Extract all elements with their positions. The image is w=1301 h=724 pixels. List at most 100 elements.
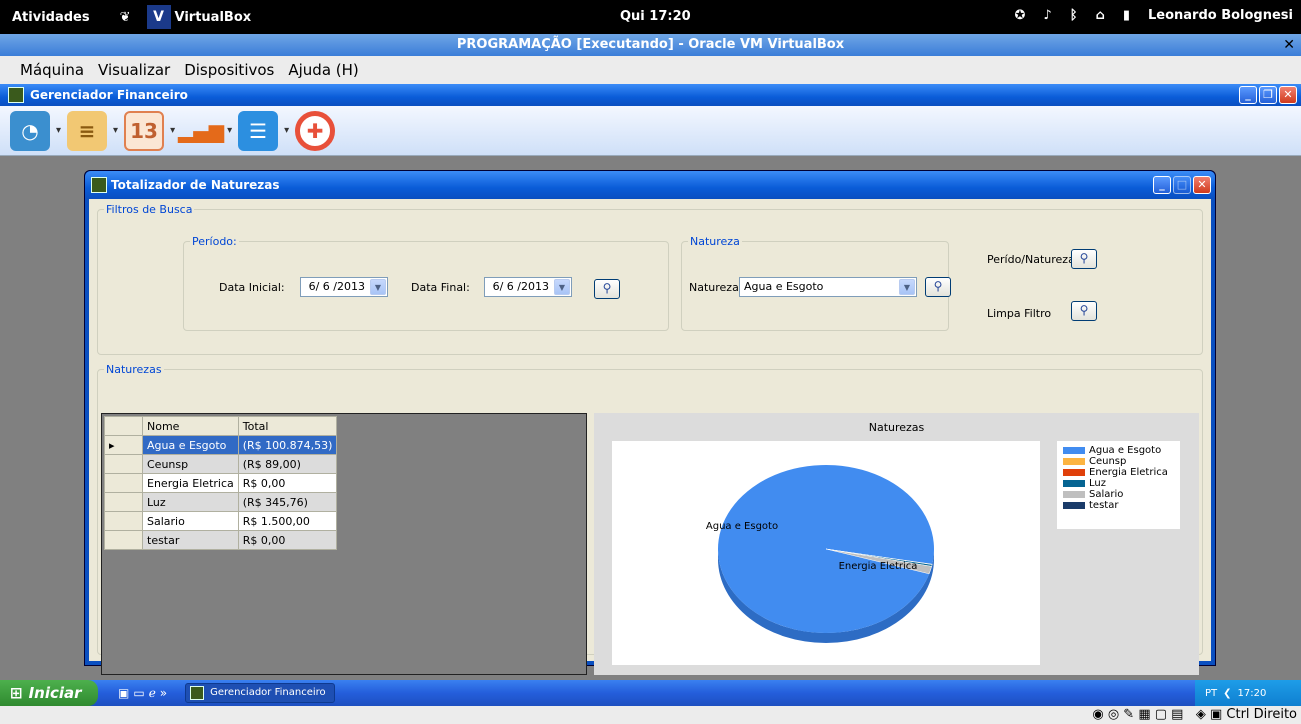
window-icon[interactable]: ▭ bbox=[133, 686, 144, 700]
table-header-row: Nome Total bbox=[104, 416, 338, 436]
gnome-clock[interactable]: Qui 17:20 bbox=[620, 9, 691, 24]
taskbar-item-gerenciador[interactable]: Gerenciador Financeiro bbox=[185, 683, 336, 703]
calendar-icon[interactable]: 13 bbox=[124, 110, 165, 151]
cell-total[interactable]: (R$ 89,00) bbox=[237, 454, 338, 474]
bar-chart-icon[interactable]: ▂▄▆ bbox=[178, 111, 224, 151]
menu-visualizar[interactable]: Visualizar bbox=[98, 61, 170, 79]
chevron-down-icon[interactable]: ▾ bbox=[170, 125, 175, 136]
close-icon[interactable]: ✕ bbox=[1283, 34, 1295, 56]
start-button[interactable]: ⊞ Iniciar bbox=[0, 680, 98, 706]
internet-explorer-icon[interactable]: ℯ bbox=[149, 686, 156, 700]
chevron-down-icon[interactable]: ▾ bbox=[227, 125, 232, 136]
activities-button[interactable]: Atividades bbox=[0, 10, 100, 25]
cell-total[interactable]: R$ 0,00 bbox=[237, 530, 338, 550]
search-natureza-button[interactable]: ⚲ bbox=[925, 277, 951, 297]
notepad-icon[interactable]: ≡ bbox=[67, 110, 108, 151]
pie-chart-svg: Agua e Esgoto Energia Eletrica bbox=[706, 465, 934, 643]
volume-icon[interactable]: ♪ bbox=[1043, 8, 1051, 23]
table-row[interactable]: ▸ Agua e Esgoto (R$ 100.874,53) bbox=[104, 435, 338, 455]
cell-total[interactable]: R$ 0,00 bbox=[237, 473, 338, 493]
table-row[interactable]: Salario R$ 1.500,00 bbox=[104, 511, 338, 531]
legend-label: Ceunsp bbox=[1089, 456, 1127, 467]
row-selector[interactable] bbox=[104, 473, 143, 493]
limpa-filtro-button[interactable]: ⚲ bbox=[1071, 301, 1097, 321]
app-icon bbox=[190, 686, 205, 700]
naturezas-legend: Naturezas bbox=[106, 363, 162, 376]
legend-swatch bbox=[1063, 469, 1085, 476]
cell-total[interactable]: (R$ 100.874,53) bbox=[237, 435, 338, 455]
legend-label: testar bbox=[1089, 500, 1119, 511]
row-selector[interactable] bbox=[104, 492, 143, 512]
chevron-right-icon[interactable]: » bbox=[160, 686, 167, 700]
chevron-down-icon[interactable]: ▾ bbox=[284, 125, 289, 136]
language-indicator[interactable]: PT bbox=[1205, 688, 1217, 699]
data-final-value: 6/ 6 /2013 bbox=[492, 280, 549, 293]
legend-swatch bbox=[1063, 447, 1085, 454]
data-final-picker[interactable]: 6/ 6 /2013 ▼ bbox=[484, 277, 572, 297]
table-row[interactable]: Energia Eletrica R$ 0,00 bbox=[104, 473, 338, 493]
app-menu-name[interactable]: VirtualBox bbox=[175, 10, 252, 25]
menu-ajuda[interactable]: Ajuda (H) bbox=[288, 61, 358, 79]
cell-nome[interactable]: Luz bbox=[142, 492, 239, 512]
row-header-corner bbox=[104, 416, 143, 436]
quick-launch: ▣ ▭ ℯ » bbox=[118, 686, 167, 700]
accounts-icon[interactable]: ◔ bbox=[10, 110, 50, 151]
cell-nome[interactable]: Energia Eletrica bbox=[142, 473, 239, 493]
minimize-button[interactable]: _ bbox=[1239, 86, 1257, 104]
table-row[interactable]: Luz (R$ 345,76) bbox=[104, 492, 338, 512]
close-button[interactable]: ✕ bbox=[1279, 86, 1297, 104]
natureza-select[interactable]: Agua e Esgoto ▼ bbox=[739, 277, 917, 297]
chevron-down-icon[interactable]: ▼ bbox=[899, 279, 915, 295]
xp-clock: 17:20 bbox=[1237, 687, 1267, 699]
cell-nome[interactable]: Salario bbox=[142, 511, 239, 531]
chevron-down-icon[interactable]: ▼ bbox=[370, 279, 386, 295]
cell-nome[interactable]: Agua e Esgoto bbox=[142, 435, 239, 455]
row-selector[interactable] bbox=[104, 511, 143, 531]
maximize-button[interactable]: □ bbox=[1173, 176, 1191, 194]
chat-icon[interactable]: ☰ bbox=[238, 110, 279, 151]
natureza-label: Natureza bbox=[689, 281, 739, 294]
row-selector[interactable]: ▸ bbox=[104, 435, 143, 455]
legend-item: Energia Eletrica bbox=[1063, 467, 1174, 478]
battery-icon[interactable]: ▮ bbox=[1123, 8, 1130, 23]
vbox-status-icons[interactable]: ◉ ◎ ✎ ▦ ▢ ▤ ◈ ▣ bbox=[1092, 707, 1226, 722]
menu-maquina[interactable]: Máquina bbox=[20, 61, 84, 79]
data-inicial-picker[interactable]: 6/ 6 /2013 ▼ bbox=[300, 277, 388, 297]
show-desktop-icon[interactable]: ▣ bbox=[118, 686, 129, 700]
pie-slice-label: Agua e Esgoto bbox=[706, 521, 778, 532]
table-row[interactable]: testar R$ 0,00 bbox=[104, 530, 338, 550]
legend-item: testar bbox=[1063, 500, 1174, 511]
column-header-nome[interactable]: Nome bbox=[142, 416, 239, 436]
search-periodo-natureza-button[interactable]: ⚲ bbox=[1071, 249, 1097, 269]
gnome-foot-icon: ❦ bbox=[119, 9, 131, 25]
chevron-down-icon[interactable]: ▾ bbox=[113, 125, 118, 136]
search-periodo-button[interactable]: ⚲ bbox=[594, 279, 620, 299]
cell-total[interactable]: (R$ 345,76) bbox=[237, 492, 338, 512]
row-selector[interactable] bbox=[104, 454, 143, 474]
chevron-down-icon[interactable]: ▼ bbox=[554, 279, 570, 295]
network-icon[interactable]: ⌂ bbox=[1096, 8, 1105, 23]
back-arrow-icon[interactable]: ❮ bbox=[1223, 688, 1231, 699]
cell-total[interactable]: R$ 1.500,00 bbox=[237, 511, 338, 531]
restore-button[interactable]: ❐ bbox=[1259, 86, 1277, 104]
bluetooth-icon[interactable]: ᛒ bbox=[1070, 8, 1078, 23]
app-title-text: Gerenciador Financeiro bbox=[30, 88, 188, 102]
accessibility-icon[interactable]: ✪ bbox=[1014, 8, 1025, 23]
cell-nome[interactable]: testar bbox=[142, 530, 239, 550]
periodo-natureza-label: Perído/Natureza bbox=[987, 253, 1075, 266]
chevron-down-icon[interactable]: ▾ bbox=[56, 125, 61, 136]
help-lifebuoy-icon[interactable]: ✚ bbox=[295, 110, 336, 151]
cell-nome[interactable]: Ceunsp bbox=[142, 454, 239, 474]
menu-dispositivos[interactable]: Dispositivos bbox=[184, 61, 274, 79]
user-menu[interactable]: Leonardo Bolognesi bbox=[1148, 8, 1293, 23]
natureza-value: Agua e Esgoto bbox=[744, 280, 824, 293]
minimize-button[interactable]: _ bbox=[1153, 176, 1171, 194]
column-header-total[interactable]: Total bbox=[237, 416, 338, 436]
data-final-label: Data Final: bbox=[411, 281, 470, 294]
row-selector[interactable] bbox=[104, 530, 143, 550]
close-button[interactable]: ✕ bbox=[1193, 176, 1211, 194]
start-label: Iniciar bbox=[28, 684, 82, 702]
naturezas-grid[interactable]: Nome Total ▸ Agua e Esgoto (R$ 100.874,5… bbox=[101, 413, 587, 675]
data-inicial-value: 6/ 6 /2013 bbox=[308, 280, 365, 293]
table-row[interactable]: Ceunsp (R$ 89,00) bbox=[104, 454, 338, 474]
